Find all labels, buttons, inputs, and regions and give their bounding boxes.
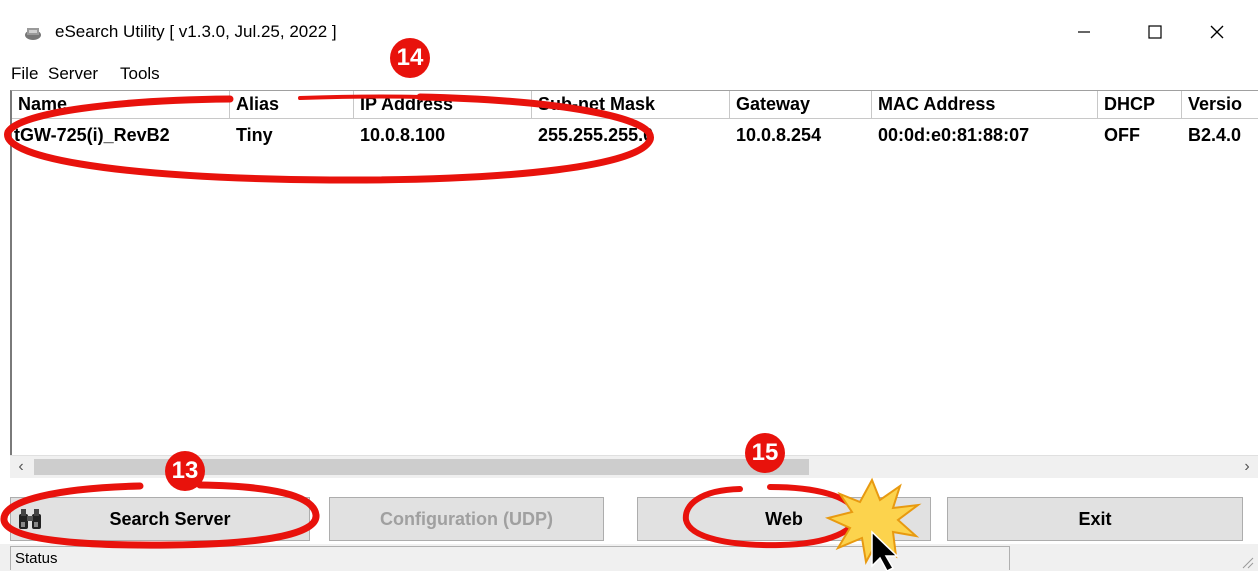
column-header-dhcp[interactable]: DHCP [1098,91,1182,118]
maximize-icon [1148,25,1162,39]
cell-name: tGW-725(i)_RevB2 [14,125,170,145]
step-marker-15: 15 [745,433,785,473]
minimize-icon [1078,31,1090,33]
status-panel: Status [10,546,1010,570]
server-list[interactable]: Name Alias IP Address Sub-net Mask Gatew… [10,90,1258,478]
step-marker-14: 14 [390,38,430,78]
configuration-udp-button[interactable]: Configuration (UDP) [329,497,604,541]
column-header-version[interactable]: Versio [1182,91,1258,118]
menu-bar: File Server Tools [0,62,1258,88]
list-header: Name Alias IP Address Sub-net Mask Gatew… [12,91,1258,119]
app-icon [25,28,41,40]
status-bar: Status [0,544,1258,571]
cell-mac-address: 00:0d:e0:81:88:07 [878,125,1030,145]
step-marker-13: 13 [165,451,205,491]
column-header-gateway[interactable]: Gateway [730,91,872,118]
cell-version: B2.4.0 [1188,125,1242,145]
web-button[interactable]: Web [637,497,931,541]
cell-subnet-mask: 255.255.255.0 [538,125,654,145]
cell-gateway: 10.0.8.254 [736,125,822,145]
menu-server[interactable]: Server [48,64,98,84]
resize-grip-icon[interactable] [1240,555,1254,569]
column-header-ip-address[interactable]: IP Address [354,91,532,118]
title-bar: eSearch Utility [ v1.3.0, Jul.25, 2022 ] [0,0,1258,62]
cell-dhcp: OFF [1104,125,1140,145]
menu-tools[interactable]: Tools [120,64,160,84]
column-header-name[interactable]: Name [12,91,230,118]
scroll-left-arrow-icon[interactable]: ‹ [10,456,32,478]
cell-ip-address: 10.0.8.100 [360,125,446,145]
menu-file[interactable]: File [11,64,38,84]
search-server-button[interactable]: Search Server [10,497,310,541]
binoculars-icon [19,509,41,529]
close-button[interactable] [1194,12,1240,52]
exit-button[interactable]: Exit [947,497,1243,541]
window-title: eSearch Utility [ v1.3.0, Jul.25, 2022 ] [55,22,337,41]
minimize-button[interactable] [1061,12,1107,52]
search-server-label: Search Server [109,508,231,529]
maximize-button[interactable] [1132,12,1178,52]
status-text: Status [15,550,58,567]
column-header-mac-address[interactable]: MAC Address [872,91,1098,118]
scroll-thumb[interactable] [34,459,809,475]
scroll-right-arrow-icon[interactable]: › [1236,456,1258,478]
column-header-alias[interactable]: Alias [230,91,354,118]
column-header-subnet-mask[interactable]: Sub-net Mask [532,91,730,118]
close-icon [1210,25,1224,39]
cell-alias: Tiny [236,125,273,145]
table-row[interactable]: tGW-725(i)_RevB2 Tiny 10.0.8.100 255.255… [12,119,1258,151]
